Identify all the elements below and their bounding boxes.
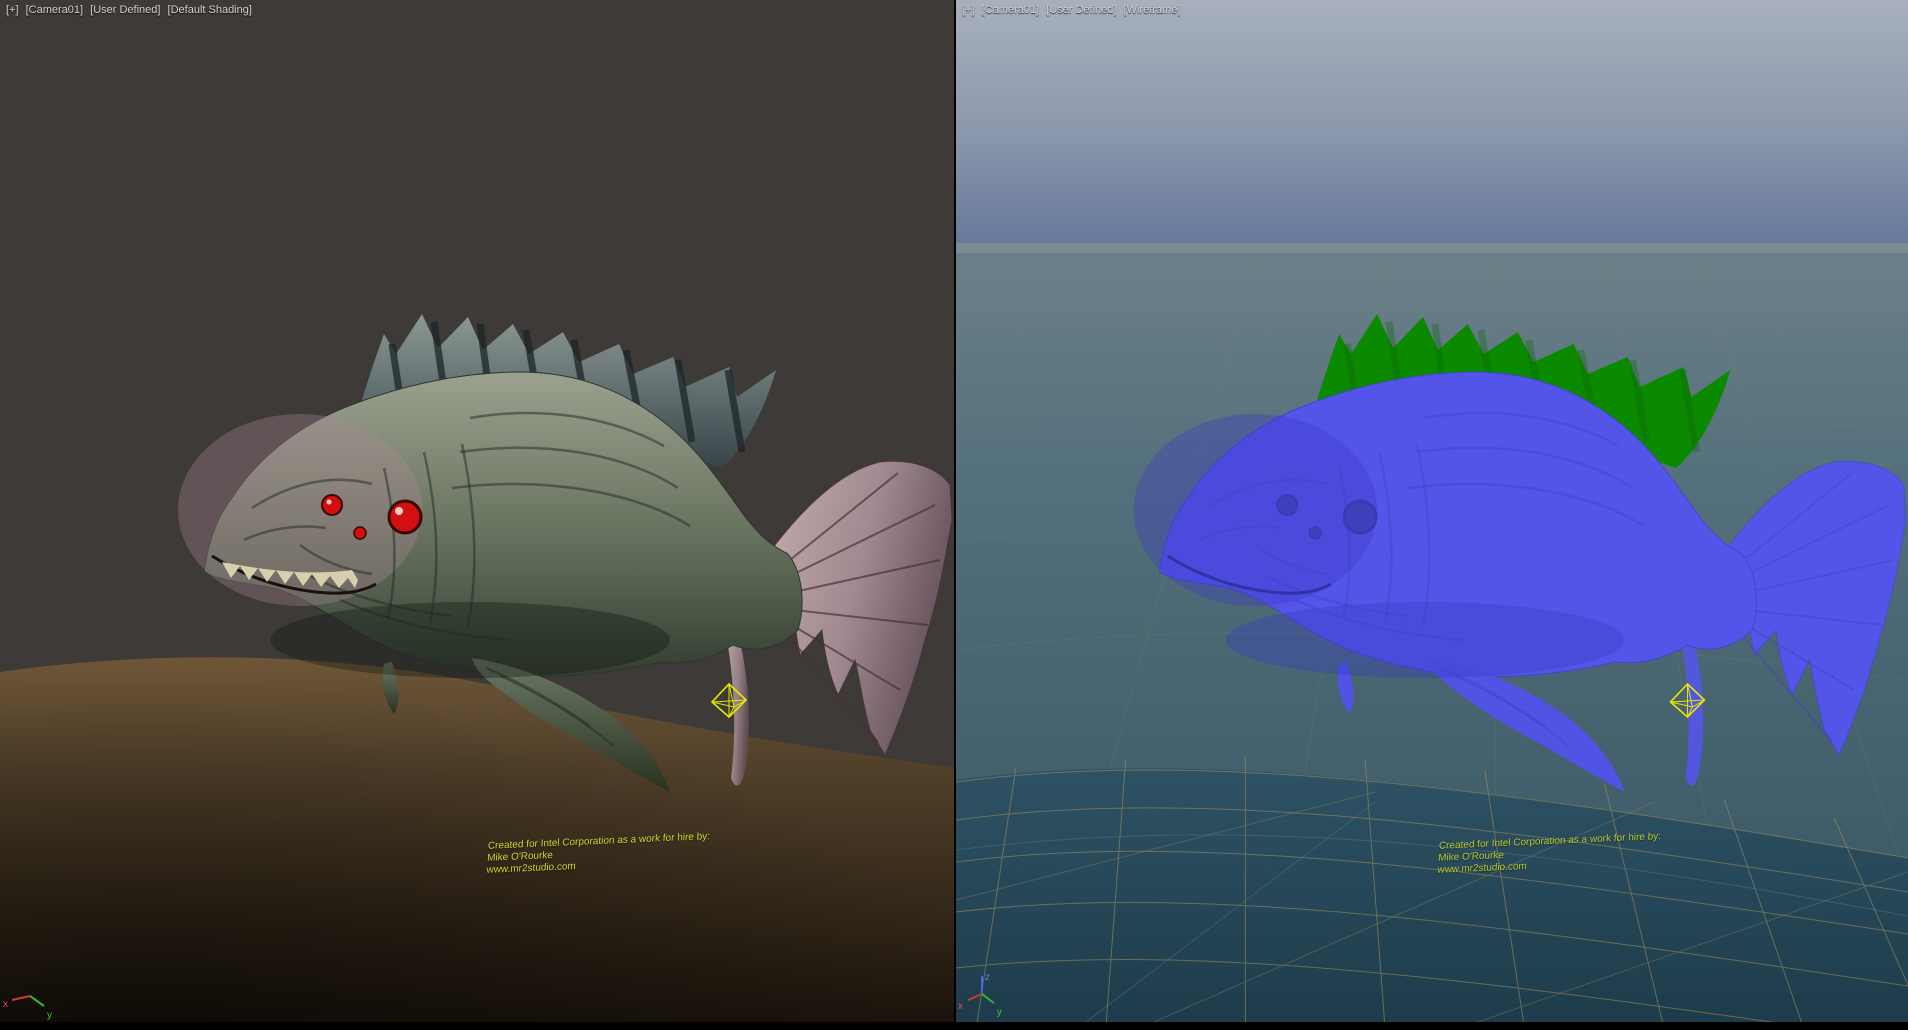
axis-x-label: x [3,999,8,1010]
viewport-shading-menu[interactable]: [Wireframe] [1124,4,1181,16]
axis-y-label: y [47,1010,52,1021]
ground-shadow [0,640,954,1030]
viewport-camera01-wireframe[interactable]: z x y [+] [Camera01] [User Defined] [Wir… [956,0,1908,1030]
bottom-border-strip [0,1022,1908,1030]
horizon-haze [956,243,1908,253]
axis-z-label: z [985,972,990,983]
viewport-expand-menu[interactable]: [+] [962,4,975,16]
viewport-label-menu: [+] [Camera01] [User Defined] [Wireframe… [962,4,1184,17]
viewport-pov-menu[interactable]: [User Defined] [90,4,160,16]
dual-viewport-stage: x y [+] [Camera01] [User Defined] [Defau… [0,0,1908,1030]
viewport-camera-menu[interactable]: [Camera01] [26,4,83,16]
viewport-shading-menu[interactable]: [Default Shading] [168,4,252,16]
axis-y-label: y [997,1007,1002,1018]
scene-render-shaded[interactable]: x y [0,0,954,1030]
viewport-camera01-shaded[interactable]: x y [+] [Camera01] [User Defined] [Defau… [0,0,954,1030]
viewport-pov-menu[interactable]: [User Defined] [1046,4,1116,16]
viewport-label-menu: [+] [Camera01] [User Defined] [Default S… [6,4,256,17]
viewport-expand-menu[interactable]: [+] [6,4,19,16]
axis-x-label: x [958,1001,963,1012]
scene-render-wireframe[interactable]: z x y [956,0,1908,1030]
sky-background [956,0,1908,243]
viewport-camera-menu[interactable]: [Camera01] [982,4,1039,16]
